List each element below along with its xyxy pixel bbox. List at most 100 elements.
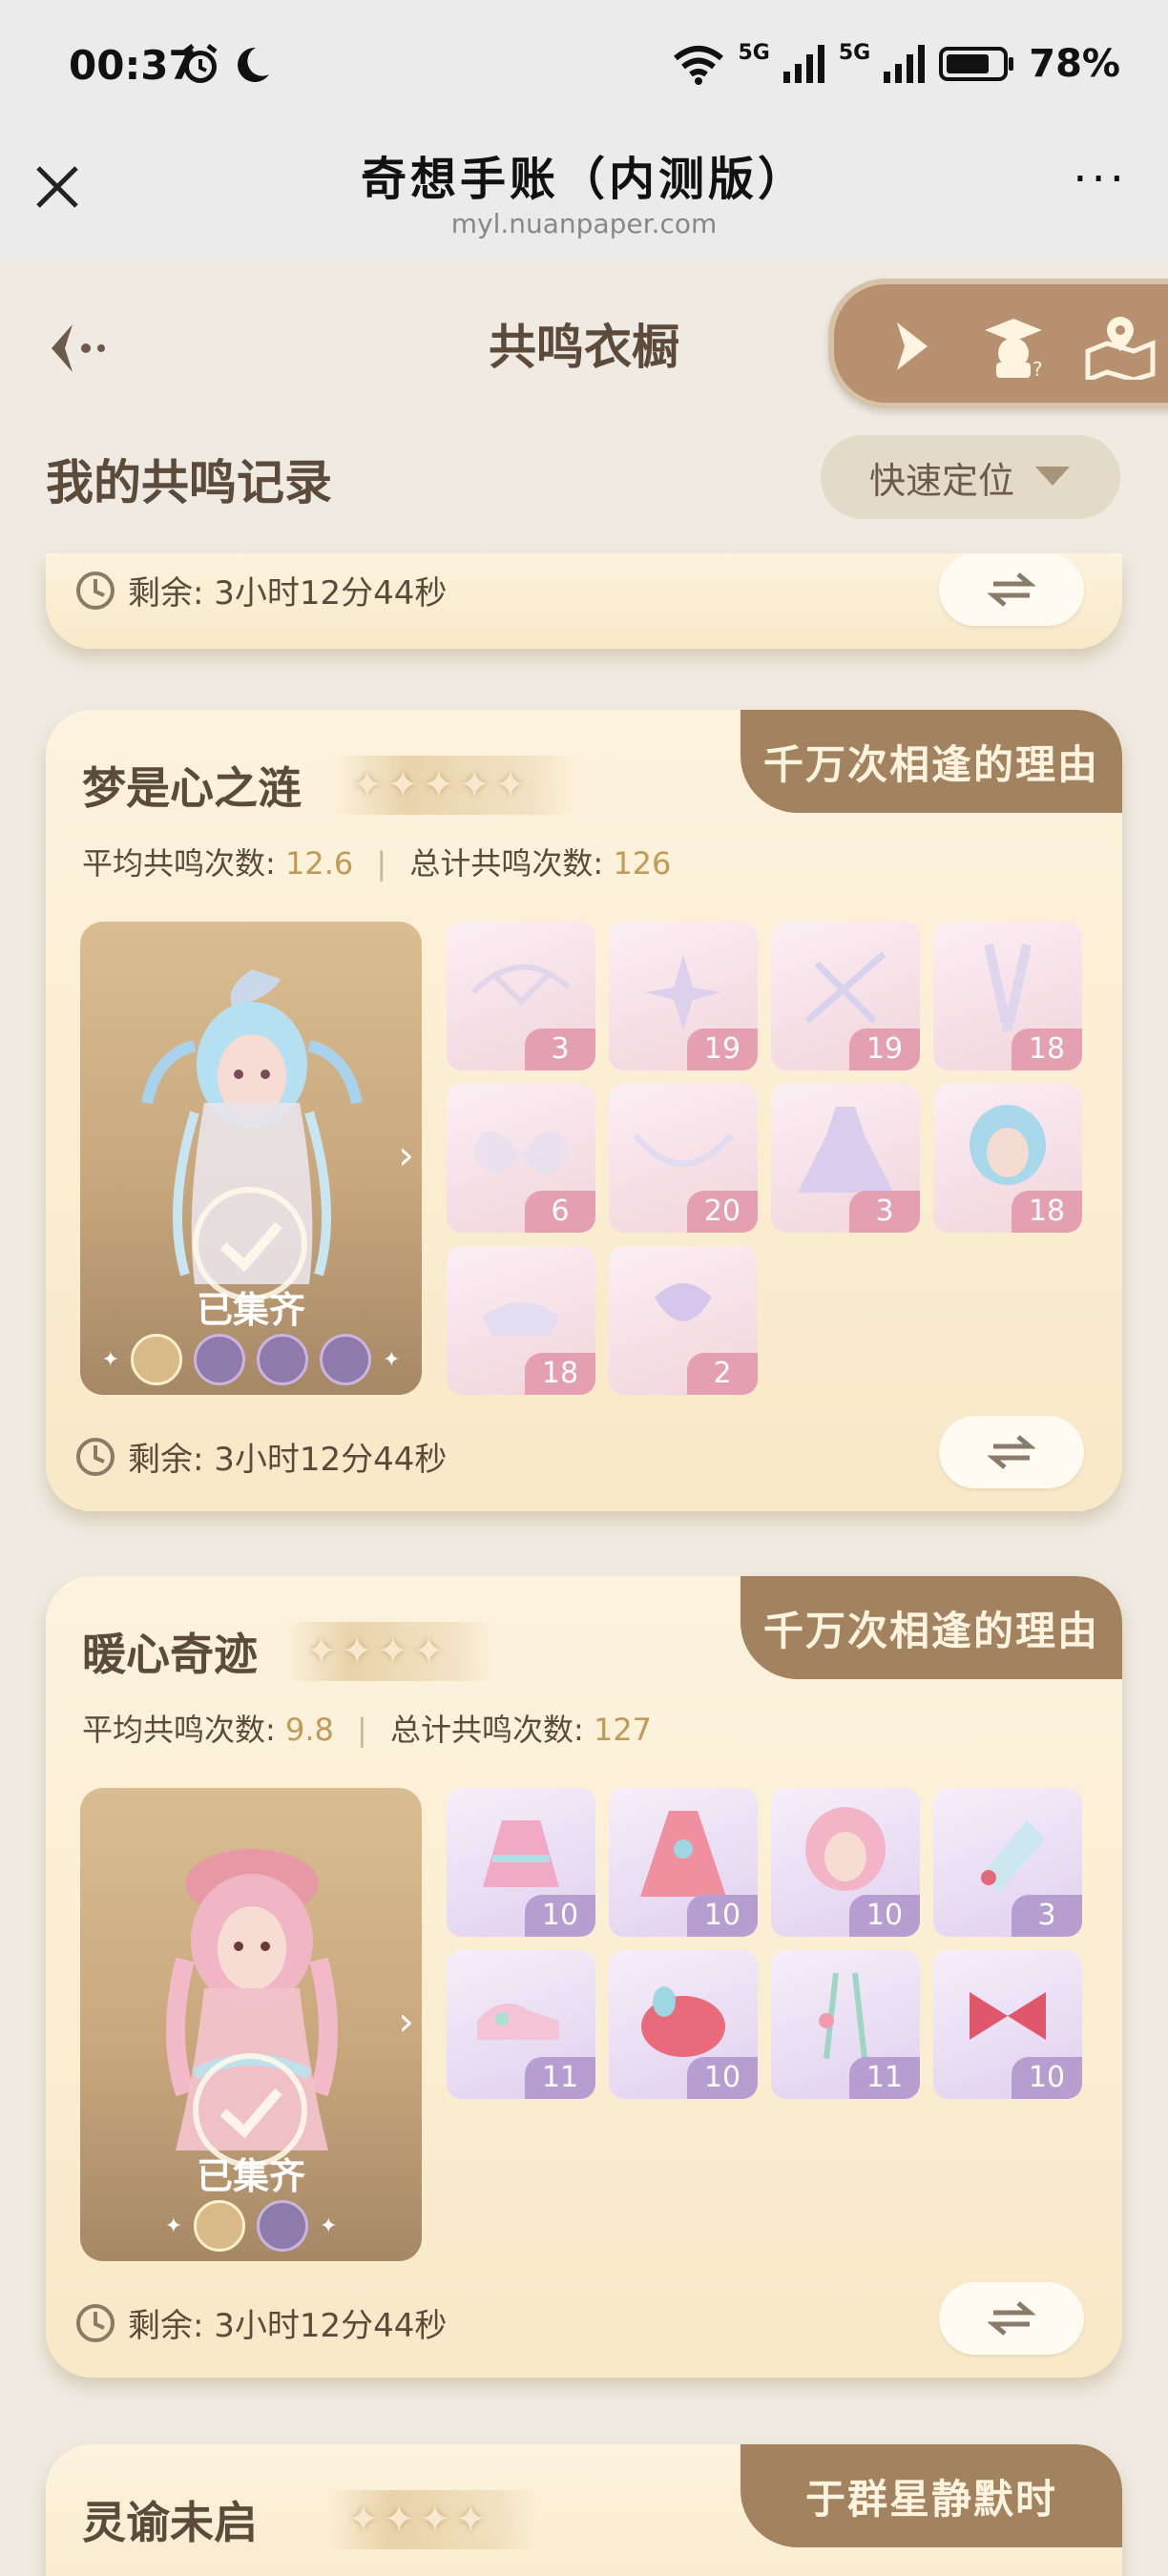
webview-title: 奇想手账（内测版） — [360, 153, 807, 206]
item-tile[interactable]: 20 — [609, 1084, 758, 1233]
item-tile[interactable]: 10 — [609, 1788, 758, 1937]
item-tile[interactable]: 10 — [447, 1788, 595, 1937]
item-tile[interactable]: 3 — [447, 922, 595, 1070]
accessory-icon — [470, 964, 572, 1007]
remain-text: 剩余: 3小时12分44秒 — [128, 1441, 448, 1479]
swap-button[interactable] — [939, 1416, 1084, 1488]
signal-icon — [782, 45, 824, 83]
stats-separator: | — [376, 845, 387, 882]
outfit-card: 千万次相逢的理由 暖心奇迹 ✦✦✦✦ 平均共鸣次数: 9.8 | 总计共鸣次数:… — [46, 1576, 1122, 2378]
status-bar: 00:37 5G 5G 78% — [0, 0, 1168, 134]
clock-icon — [76, 571, 115, 610]
item-tile[interactable]: 18 — [933, 922, 1082, 1070]
item-tile[interactable]: 18 — [447, 1246, 595, 1395]
remain-text: 剩余: 3小时12分44秒 — [128, 574, 448, 613]
item-tile[interactable]: 6 — [447, 1084, 595, 1233]
status-icons-left — [177, 42, 273, 92]
item-tile[interactable]: 11 — [447, 1950, 595, 2099]
swap-button[interactable] — [939, 2282, 1084, 2355]
star-rating: ✦✦✦✦ — [328, 2490, 538, 2549]
item-count: 3 — [1012, 1895, 1082, 1937]
dress-icon — [798, 1107, 893, 1193]
variant-slot[interactable] — [131, 1334, 182, 1385]
earring-icon — [804, 951, 886, 1024]
collected-label: 已集齐 — [196, 2155, 305, 2197]
collected-label: 已集齐 — [196, 1289, 305, 1331]
item-count: 2 — [687, 1353, 758, 1395]
outfit-name: 灵谕未启 — [82, 2497, 258, 2548]
makeup-icon — [655, 1283, 712, 1321]
swap-button[interactable] — [939, 553, 1084, 626]
total-label: 总计共鸣次数: — [409, 845, 604, 882]
star-rating: ✦✦✦✦✦ — [332, 756, 580, 815]
outfit-card: 于群星静默时 灵谕未启 ✦✦✦✦ — [46, 2444, 1122, 2576]
gloves-icon — [979, 1820, 1046, 1892]
shoes-icon — [483, 1302, 559, 1336]
earring-icon — [819, 1972, 867, 2060]
remain-text: 剩余: 3小时12分44秒 — [128, 2307, 448, 2345]
item-tile[interactable]: 18 — [933, 1084, 1082, 1233]
remain-row: 剩余: 3小时12分44秒 — [74, 2299, 447, 2346]
item-count: 10 — [849, 1895, 920, 1937]
card-tag: 于群星静默时 — [740, 2444, 1122, 2547]
variant-slot[interactable] — [194, 2200, 245, 2252]
item-count: 10 — [525, 1895, 595, 1937]
swap-icon — [988, 2301, 1035, 2336]
play-icon[interactable] — [876, 313, 949, 380]
item-tile[interactable]: 10 — [609, 1950, 758, 2099]
item-tile[interactable]: 10 — [771, 1788, 920, 1937]
item-tile[interactable]: 2 — [609, 1246, 758, 1395]
chevron-right-icon: › — [398, 1132, 414, 1178]
guide-icon[interactable]: ? — [977, 313, 1050, 380]
variant-slots: ✦ ✦ — [80, 1334, 422, 1385]
item-tile[interactable]: 3 — [933, 1788, 1082, 1937]
item-count: 6 — [525, 1191, 595, 1233]
webview-header: 奇想手账（内测版） myl.nuanpaper.com ··· — [0, 134, 1168, 258]
quick-locate-label: 快速定位 — [868, 459, 1014, 502]
outfit-portrait[interactable]: › 已集齐 ✦ ✦ — [80, 922, 422, 1395]
quick-locate-button[interactable]: 快速定位 — [821, 435, 1120, 519]
map-icon[interactable] — [1084, 313, 1157, 380]
card-partial: 剩余: 3小时12分44秒 — [46, 553, 1122, 649]
battery-percent: 78% — [1029, 42, 1120, 86]
more-icon[interactable]: ··· — [1073, 156, 1128, 202]
network-label-2: 5G — [838, 40, 871, 65]
item-count: 11 — [525, 2057, 595, 2099]
outfit-portrait[interactable]: › 已集齐 ✦ ✦ — [80, 1788, 422, 2261]
item-tile[interactable]: 10 — [933, 1950, 1082, 2099]
item-count: 18 — [525, 1353, 595, 1395]
sparkle-icon: ✦ — [164, 2213, 182, 2238]
item-count: 18 — [1012, 1191, 1082, 1233]
tool-pill: ? — [828, 279, 1168, 408]
item-tile[interactable]: 19 — [771, 922, 920, 1070]
item-count: 3 — [849, 1191, 920, 1233]
status-icons-right: 5G 5G 78% — [672, 40, 1120, 86]
item-count: 19 — [687, 1028, 758, 1070]
stats-row: 平均共鸣次数: 9.8 | 总计共鸣次数: 127 — [82, 1706, 652, 1750]
necklace-icon — [633, 1132, 734, 1168]
item-tile[interactable]: 3 — [771, 1084, 920, 1233]
svg-text:?: ? — [1032, 358, 1043, 380]
app-header: 共鸣衣橱 ? 我的共鸣记录 快速定位 — [0, 258, 1168, 553]
section-title: 我的共鸣记录 — [46, 455, 332, 510]
bag-icon — [641, 1986, 725, 2057]
clock-icon — [76, 2303, 115, 2342]
gloves-icon — [984, 943, 1032, 1032]
signal-icon-2 — [884, 45, 926, 83]
item-count: 20 — [687, 1191, 758, 1233]
remain-row: 剩余: 3小时12分44秒 — [74, 1433, 447, 1480]
item-tile[interactable]: 11 — [771, 1950, 920, 2099]
variant-slot[interactable] — [320, 1334, 371, 1385]
item-count: 11 — [849, 2057, 920, 2099]
variant-slot[interactable] — [194, 1334, 245, 1385]
item-count: 18 — [1012, 1028, 1082, 1070]
battery-icon — [939, 47, 1014, 81]
total-label: 总计共鸣次数: — [389, 1712, 584, 1748]
chevron-down-icon — [1035, 467, 1070, 486]
network-label-1: 5G — [738, 40, 770, 65]
hair-icon — [970, 1105, 1046, 1185]
item-tile[interactable]: 19 — [609, 922, 758, 1070]
variant-slot[interactable] — [257, 2200, 308, 2252]
variant-slot[interactable] — [257, 1334, 308, 1385]
avg-value: 9.8 — [284, 1712, 334, 1748]
